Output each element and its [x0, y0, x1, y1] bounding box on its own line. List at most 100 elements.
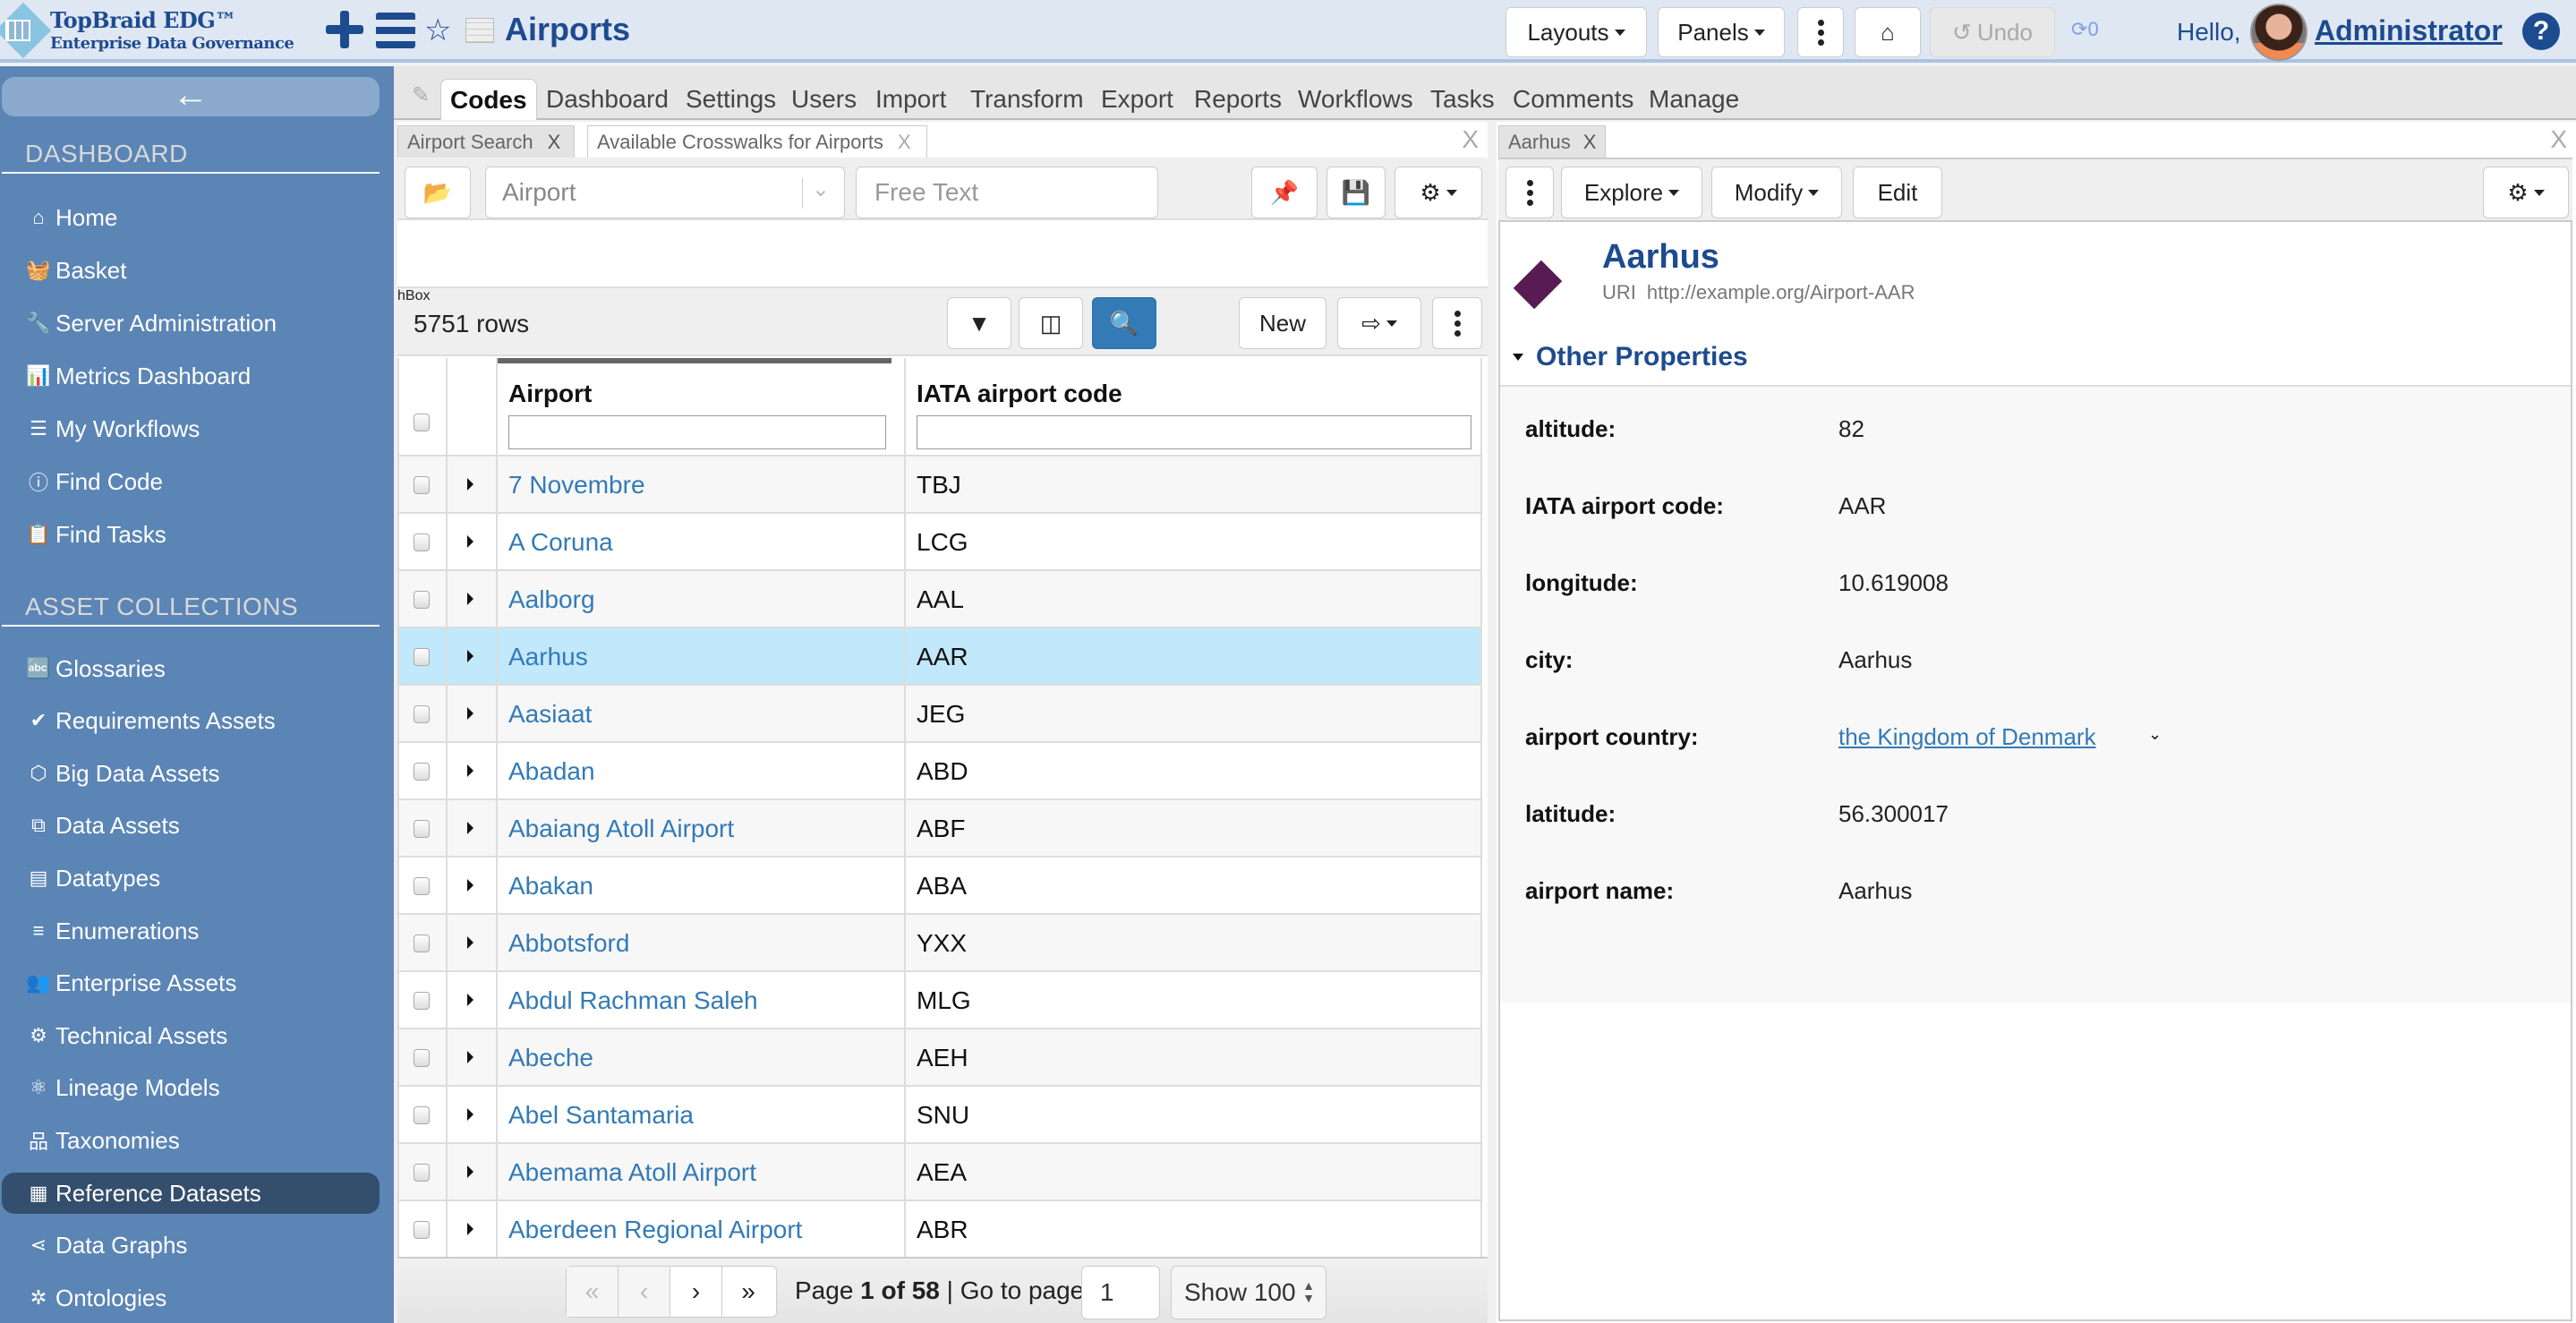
close-icon[interactable]: X [898, 131, 911, 154]
other-properties-toggle[interactable]: Other Properties [1513, 342, 1748, 372]
sidebar-item-basket[interactable]: 🧺 Basket [2, 250, 380, 291]
more-options-button[interactable] [1797, 7, 1844, 57]
expand-row-icon[interactable] [467, 1108, 473, 1121]
type-select[interactable]: Airport ⌄ [485, 166, 845, 218]
table-row[interactable]: Aalborg AAL [397, 571, 1482, 628]
expand-row-icon[interactable] [467, 1051, 473, 1063]
row-checkbox[interactable] [414, 1221, 430, 1239]
sidebar-item-server-administration[interactable]: 🔧 Server Administration [2, 303, 380, 344]
tab-manage[interactable]: Manage [1649, 79, 1739, 120]
resource-more-button[interactable] [1506, 166, 1554, 218]
sidebar-item-data-graphs[interactable]: ⋖ Data Graphs [2, 1225, 380, 1266]
sidebar-item-requirements-assets[interactable]: ✔ Requirements Assets [2, 700, 380, 741]
sidebar-item-enumerations[interactable]: ≡ Enumerations [2, 910, 380, 952]
edit-button[interactable]: Edit [1853, 166, 1942, 218]
expand-row-icon[interactable] [467, 650, 473, 662]
table-row[interactable]: Abakan ABA [397, 858, 1482, 915]
sidebar-item-my-workflows[interactable]: ☰ My Workflows [2, 408, 380, 449]
sidebar-item-taxonomies[interactable]: 品 Taxonomies [2, 1120, 380, 1161]
expand-row-icon[interactable] [467, 764, 473, 777]
airport-link[interactable]: Abemama Atoll Airport [508, 1158, 756, 1187]
tab-aarhus[interactable]: Aarhus X [1498, 125, 1606, 158]
sidebar-item-data-assets[interactable]: ⧉ Data Assets [2, 805, 380, 846]
undo-button[interactable]: ↺ Undo [1930, 7, 2055, 57]
modify-button[interactable]: Modify [1711, 166, 1842, 218]
table-row[interactable]: Abel Santamaria SNU [397, 1087, 1482, 1144]
plus-icon[interactable] [326, 9, 363, 50]
save-search-button[interactable]: 💾 [1326, 166, 1386, 218]
open-search-button[interactable]: 📂 [405, 166, 471, 218]
explore-button[interactable]: Explore [1561, 166, 1702, 218]
row-checkbox[interactable] [414, 992, 430, 1010]
tab-codes[interactable]: Codes [440, 79, 537, 120]
table-row[interactable]: Aasiaat JEG [397, 686, 1482, 743]
home-button[interactable]: ⌂ [1855, 7, 1921, 57]
table-row[interactable]: Abbotsford YXX [397, 915, 1482, 972]
airport-link[interactable]: A Coruna [508, 528, 613, 557]
search-button[interactable]: 🔍 [1092, 297, 1156, 349]
tab-settings[interactable]: Settings [686, 79, 776, 120]
expand-row-icon[interactable] [467, 822, 473, 834]
search-settings-button[interactable]: ⚙ [1395, 166, 1482, 218]
tab-airport-search[interactable]: Airport Search X [397, 125, 575, 158]
airport-link[interactable]: Abdul Rachman Saleh [508, 986, 758, 1015]
collapse-sidebar-button[interactable]: ← [2, 77, 380, 116]
tab-users[interactable]: Users [791, 79, 857, 120]
row-checkbox[interactable] [414, 1049, 430, 1067]
username-link[interactable]: Administrator [2315, 14, 2503, 47]
airport-link[interactable]: Aalborg [508, 585, 595, 614]
row-checkbox[interactable] [414, 877, 430, 895]
table-row[interactable]: Abaiang Atoll Airport ABF [397, 800, 1482, 858]
airport-link[interactable]: 7 Novembre [508, 471, 645, 499]
sidebar-item-lineage-models[interactable]: ⚛ Lineage Models [2, 1067, 380, 1108]
row-checkbox[interactable] [414, 1164, 430, 1182]
sync-indicator[interactable]: ⟳0 [2071, 18, 2099, 41]
next-page-button[interactable]: › [670, 1267, 722, 1317]
sidebar-item-enterprise-assets[interactable]: 👥 Enterprise Assets [2, 962, 380, 1003]
pin-button[interactable]: 📌 [1251, 166, 1318, 218]
tab-export[interactable]: Export [1101, 79, 1173, 120]
tab-workflows[interactable]: Workflows [1298, 79, 1413, 120]
table-row[interactable]: Abeche AEH [397, 1029, 1482, 1087]
columns-button[interactable]: ◫ [1019, 297, 1083, 349]
sidebar-item-technical-assets[interactable]: ⚙ Technical Assets [2, 1015, 380, 1056]
sidebar-item-datatypes[interactable]: ▤ Datatypes [2, 858, 380, 899]
star-icon[interactable]: ☆ [424, 13, 451, 48]
close-panel-icon[interactable]: X [1462, 125, 1479, 154]
avatar[interactable] [2250, 4, 2307, 61]
iata-filter-input[interactable] [917, 415, 1471, 449]
airport-link[interactable]: Aasiaat [508, 700, 592, 729]
tab-tasks[interactable]: Tasks [1430, 79, 1495, 120]
page-size-select[interactable]: Show 100 ▲ ▼ [1171, 1266, 1326, 1319]
close-icon[interactable]: X [1583, 131, 1597, 154]
expand-row-icon[interactable] [467, 707, 473, 720]
expand-row-icon[interactable] [467, 879, 473, 892]
expand-row-icon[interactable] [467, 593, 473, 605]
sidebar-item-find-code[interactable]: ⓘ Find Code [2, 461, 380, 502]
column-header-airport[interactable]: Airport [508, 380, 592, 408]
airport-link[interactable]: Abaiang Atoll Airport [508, 815, 734, 843]
airport-link[interactable]: Abel Santamaria [508, 1101, 694, 1130]
row-checkbox[interactable] [414, 705, 430, 723]
tab-available-crosswalks[interactable]: Available Crosswalks for Airports X [587, 125, 927, 158]
airport-link[interactable]: Abeche [508, 1044, 593, 1072]
resource-settings-button[interactable]: ⚙ [2483, 166, 2569, 218]
filter-button[interactable]: ▼ [947, 297, 1011, 349]
goto-page-input[interactable]: 1 [1081, 1266, 1160, 1319]
expand-row-icon[interactable] [467, 478, 473, 491]
sidebar-item-glossaries[interactable]: 🔤 Glossaries [2, 648, 380, 689]
expand-row-icon[interactable] [467, 1223, 473, 1235]
app-logo[interactable]: TopBraid EDG™ Enterprise Data Governance [0, 2, 295, 59]
sidebar-item-metrics-dashboard[interactable]: 📊 Metrics Dashboard [2, 355, 380, 397]
new-button[interactable]: New [1239, 297, 1326, 349]
row-checkbox[interactable] [414, 1106, 430, 1124]
sidebar-item-ontologies[interactable]: ✲ Ontologies [2, 1277, 380, 1319]
airport-link[interactable]: Abadan [508, 757, 595, 786]
table-row[interactable]: Aarhus AAR [397, 628, 1482, 686]
property-value[interactable]: the Kingdom of Denmark [1838, 723, 2096, 751]
hamburger-menu-icon[interactable] [376, 13, 415, 48]
more-actions-button[interactable] [1432, 297, 1482, 349]
table-row[interactable]: A Coruna LCG [397, 514, 1482, 571]
sidebar-item-reference-datasets[interactable]: ▦ Reference Datasets [2, 1173, 380, 1214]
airport-link[interactable]: Aarhus [508, 643, 588, 671]
